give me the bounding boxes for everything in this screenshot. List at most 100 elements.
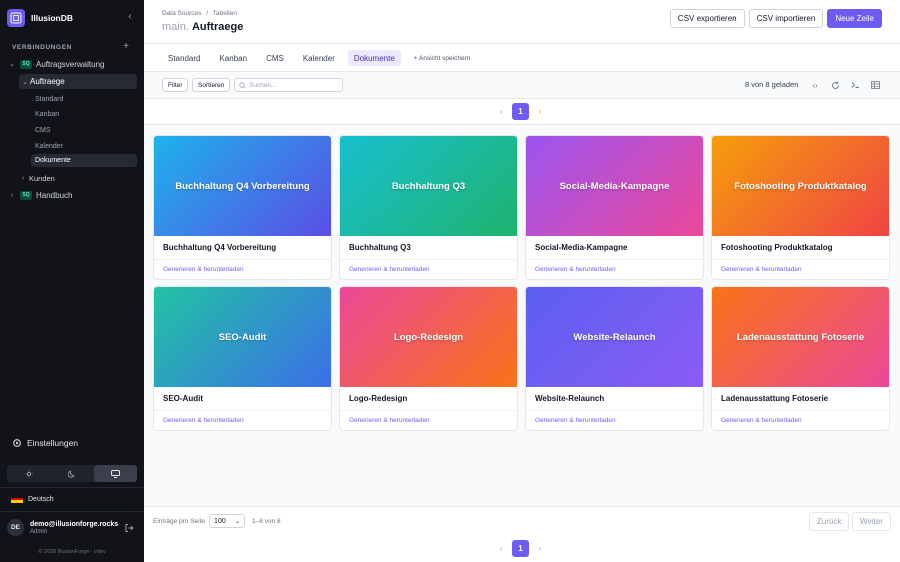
card-title: Ladenausstattung Fotoserie [712, 387, 889, 411]
search-icon [239, 81, 246, 89]
user-info: DE demo@illusionforge.rocks Admin [7, 519, 118, 536]
chevron-left-icon[interactable]: ‹ [496, 544, 506, 553]
copyright: © 2026 IllusionForge · vdev [38, 549, 106, 555]
avatar: DE [7, 519, 24, 536]
chevron-left-icon[interactable]: ‹ [496, 107, 506, 116]
tab-kalender[interactable]: Kalender [297, 50, 341, 66]
document-card[interactable]: Ladenausstattung Fotoserie Ladenausstattu… [711, 286, 890, 431]
tab-dokumente[interactable]: Dokumente [347, 50, 401, 66]
brand[interactable]: IllusionDB [7, 9, 73, 27]
page-title: main. Auftraege [162, 21, 243, 33]
connection-handbuch[interactable]: › SQ Handbuch [8, 188, 72, 202]
connection-label: Auftragsverwaltung [36, 59, 105, 69]
chevron-right-icon[interactable]: › [535, 544, 545, 553]
language-selector[interactable]: Deutsch [11, 495, 54, 504]
next-page-button[interactable]: Weiter [852, 512, 891, 531]
search-field[interactable] [234, 78, 343, 92]
moon-icon [67, 470, 75, 478]
search-input[interactable] [249, 81, 339, 89]
breadcrumb-item[interactable]: Data Sources [162, 10, 201, 17]
chevron-down-icon: ⌄ [9, 61, 15, 68]
tab-cms[interactable]: CMS [260, 50, 290, 66]
row-range: 1–8 von 8 [252, 517, 281, 525]
table-name: Auftraege [191, 21, 244, 33]
page-number[interactable]: 1 [512, 540, 529, 557]
tab-kanban[interactable]: Kanban [213, 50, 253, 66]
chevron-down-icon: ⌄ [235, 518, 241, 525]
connection-auftragsverwaltung[interactable]: ⌄ SQ Auftragsverwaltung [8, 57, 104, 71]
sqlite-icon: SQ [20, 59, 32, 69]
save-view-button[interactable]: + Ansicht speichern [408, 50, 477, 66]
card-cover: SEO-Audit [154, 287, 331, 387]
card-title: SEO-Audit [154, 387, 331, 411]
tab-standard[interactable]: Standard [162, 50, 206, 66]
document-card[interactable]: Logo-Redesign Logo-Redesign Generieren & h… [339, 286, 518, 431]
app-logo-icon [7, 9, 25, 27]
generate-download-link[interactable]: Generieren & herunterladen [154, 411, 331, 430]
sqlite-icon: SQ [20, 190, 32, 200]
document-card[interactable]: Fotoshooting Produktkatalog Fotoshooting … [711, 135, 890, 280]
per-page-control: Einträge pro Seite 100 ⌄ 1–8 von 8 [153, 514, 281, 528]
terminal-icon[interactable] [849, 80, 861, 90]
dark-theme-button[interactable] [50, 465, 93, 482]
document-card[interactable]: Buchhaltung Q4 Vorbereitung Buchhaltung Q… [153, 135, 332, 280]
view-kanban[interactable]: Kanban [31, 108, 137, 121]
code-icon[interactable]: ‹› [809, 80, 821, 90]
settings-label: Einstellungen [27, 438, 79, 448]
table-layout-icon[interactable] [869, 80, 881, 90]
toolbar: Filter Sortieren 8 von 8 geladen ‹› [144, 72, 900, 98]
per-page-label: Einträge pro Seite [153, 517, 206, 525]
generate-download-link[interactable]: Generieren & herunterladen [526, 260, 703, 279]
header-actions: CSV exportieren CSV importieren Neue Zei… [669, 9, 882, 28]
view-dokumente[interactable]: Dokumente [31, 154, 137, 167]
document-card[interactable]: SEO-Audit SEO-Audit Generieren & herunterl… [153, 286, 332, 431]
previous-page-button[interactable]: Zurück [809, 512, 850, 531]
generate-download-link[interactable]: Generieren & herunterladen [712, 260, 889, 279]
language-label: Deutsch [28, 495, 54, 503]
card-cover: Logo-Redesign [340, 287, 517, 387]
import-csv-button[interactable]: CSV importieren [748, 9, 824, 28]
refresh-icon[interactable] [829, 80, 841, 90]
filter-button[interactable]: Filter [162, 78, 189, 92]
pagination-bottom: ‹ 1 › [496, 540, 545, 557]
card-cover: Buchhaltung Q4 Vorbereitung [154, 136, 331, 236]
card-cover: Buchhaltung Q3 [340, 136, 517, 236]
view-tabs: Standard Kanban CMS Kalender Dokumente +… [162, 50, 483, 66]
view-standard[interactable]: Standard [31, 93, 137, 106]
generate-download-link[interactable]: Generieren & herunterladen [712, 411, 889, 430]
sort-button[interactable]: Sortieren [192, 78, 231, 92]
divider [144, 98, 900, 99]
document-card[interactable]: Buchhaltung Q3 Buchhaltung Q3 Generieren &… [339, 135, 518, 280]
per-page-select[interactable]: 100 ⌄ [209, 514, 246, 528]
export-csv-button[interactable]: CSV exportieren [669, 9, 745, 28]
table-kunden[interactable]: › Kunden [19, 171, 55, 185]
document-card[interactable]: Social-Media-Kampagne Social-Media-Kampag… [525, 135, 704, 280]
card-title: Social-Media-Kampagne [526, 236, 703, 260]
gear-icon [13, 439, 21, 447]
logout-icon[interactable] [124, 523, 134, 535]
settings-link[interactable]: Einstellungen [12, 438, 78, 448]
table-label: Auftraege [30, 77, 65, 86]
table-auftraege[interactable]: ⌄ Auftraege [19, 74, 137, 89]
chevron-right-icon[interactable]: › [535, 107, 545, 116]
generate-download-link[interactable]: Generieren & herunterladen [340, 260, 517, 279]
generate-download-link[interactable]: Generieren & herunterladen [526, 411, 703, 430]
light-theme-button[interactable] [7, 465, 50, 482]
card-title: Fotoshooting Produktkatalog [712, 236, 889, 260]
add-connection-icon[interactable]: + [121, 41, 131, 53]
collapse-sidebar-icon[interactable]: ‹ [124, 11, 136, 23]
system-theme-button[interactable] [93, 465, 137, 482]
connections-section-label: VERBINDUNGEN [12, 44, 72, 51]
breadcrumb-item[interactable]: Tabellen [213, 10, 237, 17]
divider [144, 506, 900, 507]
new-row-button[interactable]: Neue Zeile [827, 9, 882, 28]
generate-download-link[interactable]: Generieren & herunterladen [340, 411, 517, 430]
generate-download-link[interactable]: Generieren & herunterladen [154, 260, 331, 279]
breadcrumb: Data Sources / Tabellen [162, 10, 237, 17]
view-kalender[interactable]: Kalender [31, 140, 137, 153]
document-card[interactable]: Website-Relaunch Website-Relaunch Generier… [525, 286, 704, 431]
chevron-down-icon: ⌄ [22, 78, 28, 86]
page-number[interactable]: 1 [512, 103, 529, 120]
card-cover: Social-Media-Kampagne [526, 136, 703, 236]
view-cms[interactable]: CMS [31, 124, 137, 137]
